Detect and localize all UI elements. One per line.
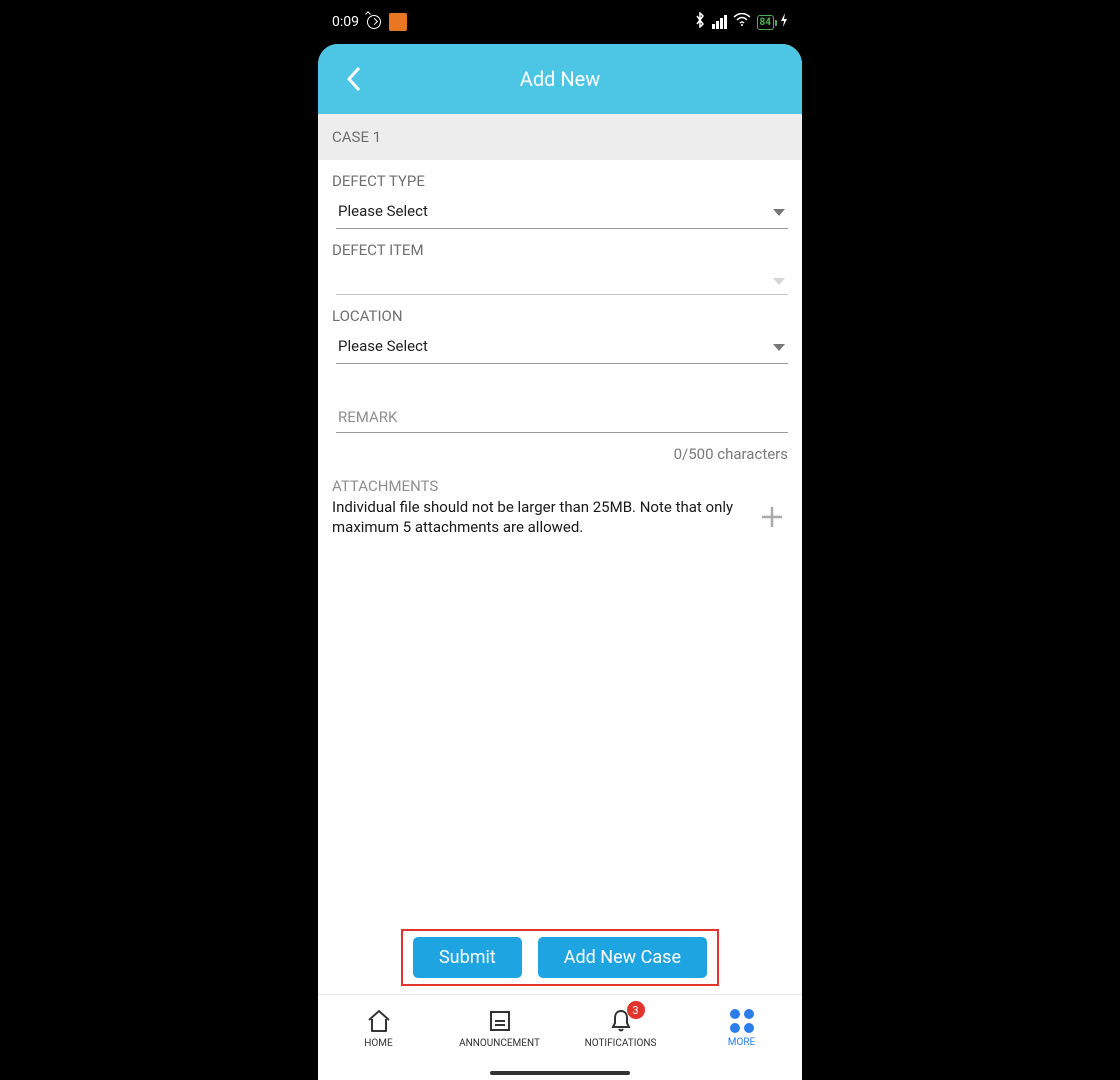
- defect-item-label: DEFECT ITEM: [332, 241, 788, 259]
- alarm-icon: [367, 15, 381, 29]
- chevron-down-icon: [772, 339, 786, 357]
- app-running-icon: [389, 13, 407, 31]
- nav-announcement-label: ANNOUNCEMENT: [459, 1038, 540, 1049]
- nav-more-label: MORE: [728, 1037, 755, 1048]
- notifications-badge: 3: [627, 1001, 645, 1019]
- home-icon: [366, 1008, 392, 1034]
- case-section-header: CASE 1: [318, 114, 802, 160]
- nav-more[interactable]: MORE: [681, 995, 802, 1062]
- more-icon: [730, 1009, 754, 1033]
- chevron-down-icon: [772, 204, 786, 222]
- cell-signal-icon: [712, 15, 727, 29]
- app-header: Add New: [318, 44, 802, 114]
- clock-text: 0:09: [332, 14, 359, 30]
- remark-counter: 0/500 characters: [318, 435, 802, 471]
- nav-notifications-label: NOTIFICATIONS: [585, 1038, 657, 1049]
- nav-announcement[interactable]: ANNOUNCEMENT: [439, 995, 560, 1062]
- page-title: Add New: [520, 67, 600, 91]
- nav-home-label: HOME: [364, 1038, 392, 1049]
- home-indicator[interactable]: [490, 1071, 630, 1075]
- add-new-case-button[interactable]: Add New Case: [538, 937, 707, 978]
- back-button[interactable]: [346, 66, 362, 92]
- nav-notifications[interactable]: 3 NOTIFICATIONS: [560, 995, 681, 1062]
- bluetooth-icon: [694, 12, 706, 32]
- remark-input[interactable]: [336, 406, 788, 433]
- wifi-icon: [733, 13, 751, 31]
- status-bar: 0:09 84: [318, 0, 802, 44]
- defect-type-label: DEFECT TYPE: [332, 172, 788, 190]
- bottom-nav: HOME ANNOUNCEMENT 3 NOTIFICATIONS MORE: [318, 994, 802, 1062]
- announcement-icon: [487, 1008, 513, 1034]
- submit-button[interactable]: Submit: [413, 937, 522, 978]
- defect-type-select[interactable]: Please Select: [336, 202, 788, 229]
- chevron-down-icon: [772, 273, 786, 291]
- charging-icon: [780, 13, 788, 31]
- attachments-note: Individual file should not be larger tha…: [332, 497, 742, 538]
- location-value: Please Select: [338, 337, 428, 355]
- attachments-label: ATTACHMENTS: [332, 477, 788, 495]
- battery-indicator: 84: [757, 15, 774, 30]
- add-attachment-button[interactable]: [756, 501, 788, 533]
- nav-home[interactable]: HOME: [318, 995, 439, 1062]
- defect-item-select[interactable]: [336, 271, 788, 295]
- location-select[interactable]: Please Select: [336, 337, 788, 364]
- defect-type-value: Please Select: [338, 202, 428, 220]
- location-label: LOCATION: [332, 307, 788, 325]
- actions-highlight-box: Submit Add New Case: [401, 929, 719, 986]
